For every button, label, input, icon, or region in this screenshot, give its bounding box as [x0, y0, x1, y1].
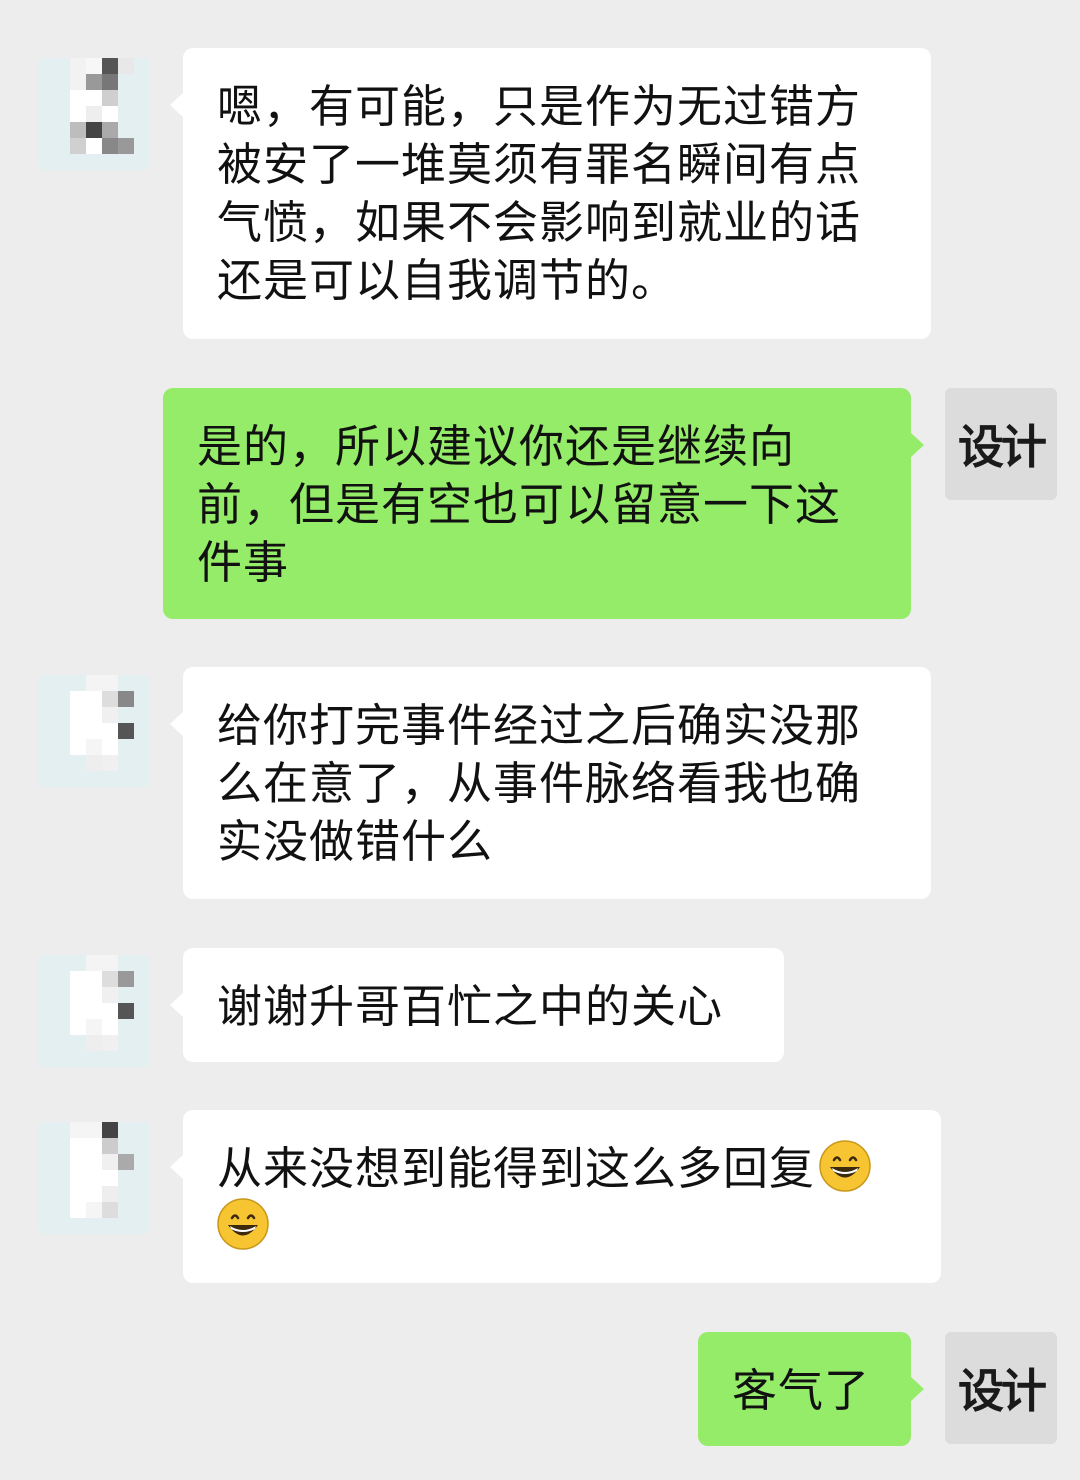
pixelated-avatar-image — [38, 675, 150, 787]
contact-avatar[interactable] — [38, 58, 150, 170]
self-avatar[interactable]: 设计 — [945, 388, 1057, 500]
message-bubble[interactable]: 客气了 — [698, 1332, 924, 1446]
pixelated-avatar-image — [38, 1122, 150, 1234]
message-text: 嗯，有可能，只是作为无过错方被安了一堆莫须有罪名瞬间有点气愤，如果不会影响到就业… — [217, 80, 862, 307]
message-bubble[interactable]: 从来没想到能得到这么多回复 — [170, 1110, 941, 1283]
self-avatar-text: 设计 — [958, 1364, 1047, 1418]
self-avatar[interactable]: 设计 — [945, 1332, 1057, 1444]
message-text: 从来没想到能得到这么多回复 — [217, 1142, 816, 1195]
grinning-face-emoji — [819, 1140, 871, 1192]
self-avatar-text: 设计 — [958, 420, 1047, 474]
message-bubble[interactable]: 是的，所以建议你还是继续向前，但是有空也可以留意一下这件事 — [163, 388, 924, 619]
contact-avatar[interactable] — [38, 1122, 150, 1234]
message-text: 给你打完事件经过之后确实没那么在意了，从事件脉络看我也确实没做错什么 — [217, 699, 862, 868]
pixelated-avatar-image — [38, 955, 150, 1067]
message-bubble[interactable]: 给你打完事件经过之后确实没那么在意了，从事件脉络看我也确实没做错什么 — [170, 667, 931, 899]
message-bubble[interactable]: 谢谢升哥百忙之中的关心 — [170, 948, 784, 1062]
message-text: 谢谢升哥百忙之中的关心 — [217, 980, 724, 1033]
message-text: 客气了 — [732, 1364, 871, 1417]
grinning-face-emoji — [217, 1198, 269, 1250]
contact-avatar[interactable] — [38, 955, 150, 1067]
message-text: 是的，所以建议你还是继续向前，但是有空也可以留意一下这件事 — [197, 420, 842, 589]
message-bubble[interactable]: 嗯，有可能，只是作为无过错方被安了一堆莫须有罪名瞬间有点气愤，如果不会影响到就业… — [170, 48, 931, 339]
pixelated-avatar-image — [38, 58, 150, 170]
contact-avatar[interactable] — [38, 675, 150, 787]
